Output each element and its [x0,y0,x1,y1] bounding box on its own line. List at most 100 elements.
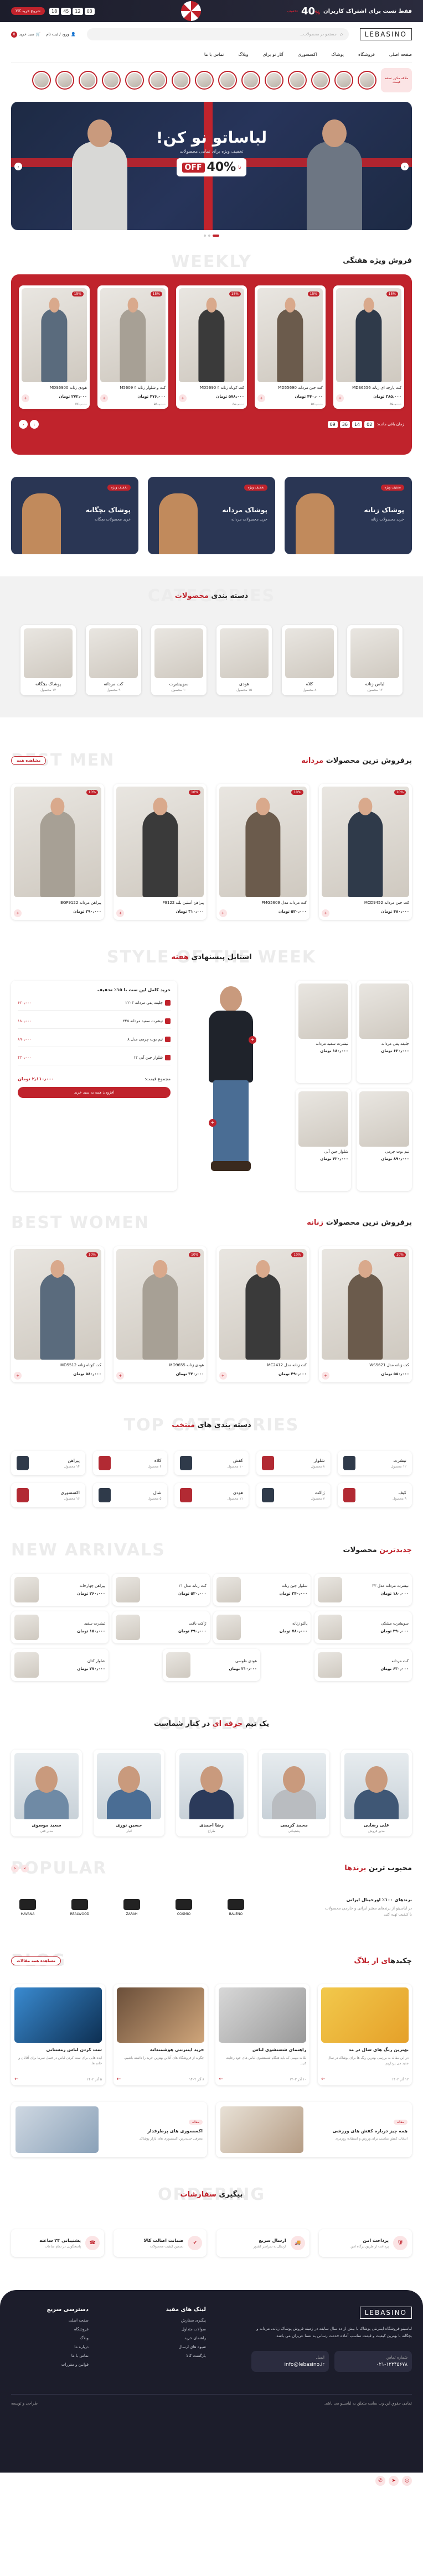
top-category-item[interactable]: هودی ۱۱ محصول [174,1483,249,1507]
blog-post-card[interactable]: بهترین رنگ های سال در مد در این مقاله به … [318,1984,412,2086]
footer-logo[interactable]: LEBASINO [359,2307,412,2319]
footer-email[interactable]: info@lebasino.ir [256,2362,324,2367]
footer-link[interactable]: تماس با ما [11,2354,89,2358]
footer-link[interactable]: پیگیری سفارش [128,2318,206,2323]
product-card[interactable]: 10% هودی زنانه MD9655 ۳۲۰٫۰۰۰ تومان + [114,1246,207,1382]
footer-link[interactable]: فروشگاه [11,2327,89,2332]
add-to-cart-icon[interactable]: + [322,1372,329,1380]
new-product-item[interactable]: کت مردانه ۶۳۰٫۰۰۰ تومان [314,1649,412,1681]
instagram-icon[interactable]: ◎ [402,2476,412,2486]
cart-button[interactable]: 🛒 سبد خرید 0 [11,31,40,38]
new-product-item[interactable]: شلوار جین زنانه ۳۴۰٫۰۰۰ تومان [213,1574,311,1606]
add-to-cart-icon[interactable]: + [257,394,265,402]
whatsapp-icon[interactable]: ✆ [375,2476,385,2486]
nav-item-home[interactable]: صفحه اصلی [389,52,412,57]
checkbox-icon[interactable] [165,1037,171,1042]
product-card[interactable]: 15% کت پارچه ای زنانه MDS6556 ۳۸۵٫۰۰۰ توما… [333,285,404,409]
top-category-item[interactable]: شلوار ۸ محصول [256,1451,331,1475]
story-item[interactable] [288,71,307,90]
brand-logo[interactable]: HAVANA [11,1899,44,1916]
bestmen-more-button[interactable]: مشاهده همه [11,756,47,765]
story-item[interactable] [102,71,121,90]
hero-banner[interactable]: لباساتو نو کن! تخفیف ویژه برای تمامی محص… [11,102,412,230]
new-product-item[interactable]: سویشرت مشکی ۳۹۰٫۰۰۰ تومان [314,1611,412,1643]
checkbox-icon[interactable] [165,1000,171,1006]
nav-item-blog[interactable]: وبلاگ [238,52,248,57]
footer-phone[interactable]: ۰۲۱-۱۲۳۴۵۶۷۸ [339,2362,407,2367]
add-to-cart-icon[interactable]: + [116,1372,125,1380]
style-hotspot-1[interactable]: + [249,1036,256,1044]
footer-link[interactable]: درباره ما [11,2345,89,2349]
story-item[interactable] [172,71,190,90]
category-card[interactable]: پوشاک بچگانه ۱۴ محصول [20,625,76,695]
story-item[interactable] [32,71,51,90]
style-product-card[interactable]: نیم بوت چرمی ۸۹۰٫۰۰۰ تومان [357,1089,412,1191]
style-product-card[interactable]: تیشرت سفید مردانه ۱۸۰٫۰۰۰ تومان [296,981,351,1083]
nav-item-shop[interactable]: فروشگاه [358,52,375,57]
product-card[interactable]: 15% کت و شلوار زنانه ۴ M5609 ۴۷۶٫۰۰۰ تومان… [97,285,168,409]
story-item[interactable] [358,71,376,90]
top-category-item[interactable]: کیف ۹ محصول [338,1483,412,1507]
blog-post-card[interactable]: راهنمای شستشوی لباس نکات مهمی که باید هنگ… [215,1984,310,2086]
top-category-item[interactable]: پیراهن ۱۴ محصول [11,1451,85,1475]
style-hotspot-2[interactable]: + [209,1119,216,1127]
new-product-item[interactable]: شلوار کتان ۲۷۰٫۰۰۰ تومان [11,1649,109,1681]
style-set-row[interactable]: نیم بوت چرمی مدل ۸ ۸۹۰٫۰۰۰ [18,1037,171,1047]
product-card[interactable]: 10% کت زنانه مدل WS5621 ۵۵۰٫۰۰۰ تومان + [319,1246,412,1382]
add-to-cart-icon[interactable]: + [100,394,108,402]
blog-wide-card[interactable]: مقاله همه چیز درباره کفش های ورزشی انتخاب … [216,2102,412,2158]
add-to-cart-icon[interactable]: + [219,909,227,917]
top-category-item[interactable]: کفش ۱۰ محصول [174,1451,249,1475]
product-card[interactable]: 10% کت مردانه مدل PMG5609 ۵۲۰٫۰۰۰ تومان + [216,784,309,920]
add-to-cart-icon[interactable]: + [322,909,329,917]
hero-dots[interactable] [11,235,412,237]
arrow-left-icon[interactable]: ← [14,2077,19,2082]
new-product-item[interactable]: پالتو زنانه ۷۸۰٫۰۰۰ تومان [213,1611,311,1643]
footer-link[interactable]: راهنمای خرید [128,2336,206,2340]
story-item[interactable] [195,71,214,90]
brand-logo[interactable]: COSMIO [167,1899,200,1916]
promo-banner[interactable]: تخفیف ویژه پوشاک زنانه خرید محصولات زنانه [285,477,412,554]
category-card[interactable]: هودی ۱۵ محصول [216,625,272,695]
arrow-left-icon[interactable]: ← [219,2077,223,2082]
add-to-cart-icon[interactable]: + [14,1372,22,1380]
brands-prev-arrow[interactable]: › [21,1864,29,1872]
top-category-item[interactable]: ژاکت ۷ محصول [256,1483,331,1507]
nav-item-new[interactable]: آثار نو برای [262,52,283,57]
story-item[interactable] [334,71,353,90]
brand-logo[interactable]: ZARAH [115,1899,148,1916]
add-to-cart-icon[interactable]: + [179,394,187,402]
story-item[interactable] [125,71,144,90]
nav-item-accessory[interactable]: اکسسوری [298,52,317,57]
story-item[interactable] [265,71,283,90]
site-logo[interactable]: LEBASINO [359,28,412,40]
nav-item-clothing[interactable]: پوشاک [331,52,344,57]
story-promo[interactable]: ملاقه مکرر نصفه قیمت [381,68,412,92]
weekly-next-arrow[interactable]: ‹ [19,420,28,429]
promo-shop-button[interactable]: شروع خرید کالا [11,7,45,15]
add-to-cart-icon[interactable]: + [336,394,344,402]
product-card[interactable]: 15% کت جین مردانه MD55690 ۴۴۰٫۰۰۰ تومان +۵۲… [255,285,326,409]
style-buy-button[interactable]: افزودن همه به سبد خرید [18,1087,171,1098]
checkbox-icon[interactable] [165,1055,171,1060]
search-input[interactable]: جستجو در محصولات... [300,32,337,37]
product-card[interactable]: 10% پیراهن مردانه BGP9122 ۲۹۰٫۰۰۰ تومان + [11,784,105,920]
story-item[interactable] [241,71,260,90]
product-card[interactable]: 10% پیراهن آستین بلند P9122 ۳۱۰٫۰۰۰ تومان + [114,784,207,920]
footer-link[interactable]: شیوه های ارسال [128,2345,206,2349]
style-set-row[interactable]: شلوار جین آبی ۱۲ ۴۲۰٫۰۰۰ [18,1055,171,1065]
blog-more-button[interactable]: مشاهده همه مقالات [11,1956,61,1966]
new-product-item[interactable]: پیراهن چهارخانه ۲۶۰٫۰۰۰ تومان [11,1574,109,1606]
new-product-item[interactable]: هودی طوسی ۳۱۰٫۰۰۰ تومان [163,1649,260,1681]
story-item[interactable] [79,71,97,90]
add-to-cart-icon[interactable]: + [14,909,22,917]
story-item[interactable] [311,71,330,90]
category-card[interactable]: کت مردانه ۹ محصول [86,625,141,695]
footer-link[interactable]: بازگشت کالا [128,2354,206,2358]
brand-logo[interactable]: BALENO [219,1899,252,1916]
blog-post-card[interactable]: خرید اینترنتی هوشمندانه چگونه از فروشگاه … [113,1984,208,2086]
top-category-item[interactable]: اکسسوری ۱۶ محصول [11,1483,85,1507]
new-product-item[interactable]: تیشرت سفید ۱۵۰٫۰۰۰ تومان [11,1611,109,1643]
new-product-item[interactable]: کت زنانه مدل ۲۱ ۵۲۰٫۰۰۰ تومان [112,1574,210,1606]
footer-link[interactable]: وبلاگ [11,2336,89,2340]
